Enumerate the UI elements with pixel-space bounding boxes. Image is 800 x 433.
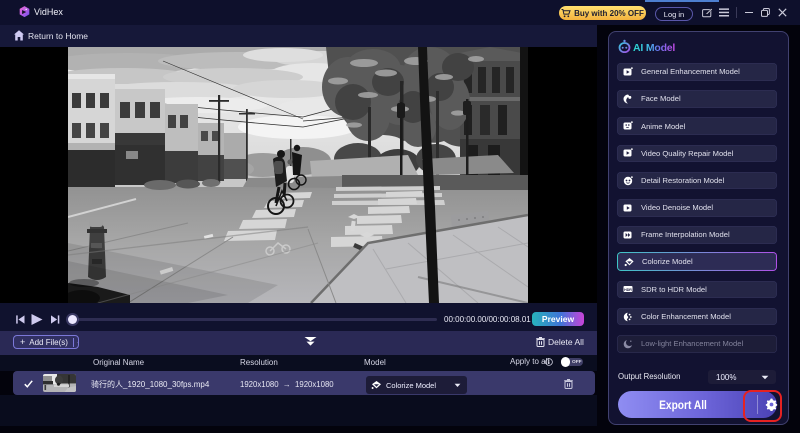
svg-text:HDR: HDR [624, 288, 632, 292]
